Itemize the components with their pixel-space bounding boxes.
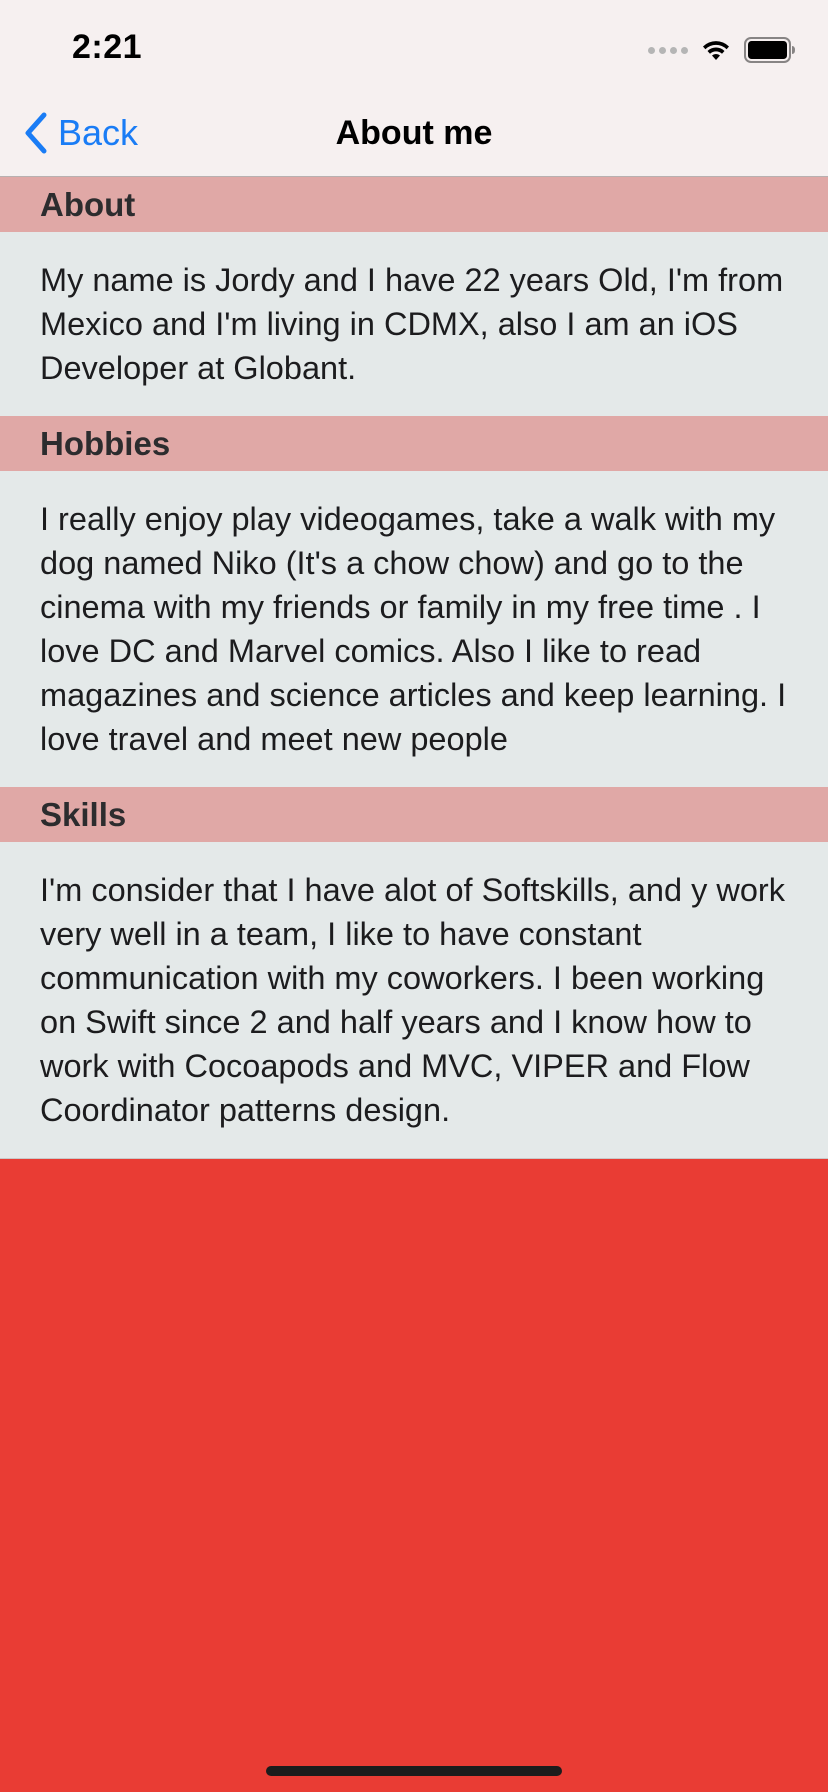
navigation-bar: Back About me <box>0 100 828 177</box>
section-header-about: About <box>0 177 828 232</box>
cellular-signal-icon <box>648 46 688 54</box>
wifi-icon <box>703 41 729 60</box>
battery-icon <box>744 37 795 63</box>
section-header-hobbies: Hobbies <box>0 416 828 471</box>
status-time: 2:21 <box>72 28 143 66</box>
status-bar: 2:21 <box>0 0 828 100</box>
home-indicator[interactable] <box>266 1766 562 1776</box>
section-body-hobbies: I really enjoy play videogames, take a w… <box>0 471 828 787</box>
status-icons <box>648 36 796 64</box>
about-content: About My name is Jordy and I have 22 yea… <box>0 177 828 1159</box>
section-body-about: My name is Jordy and I have 22 years Old… <box>0 232 828 416</box>
page-title: About me <box>335 114 493 152</box>
section-header-skills: Skills <box>0 787 828 842</box>
section-body-skills: I'm consider that I have alot of Softski… <box>0 842 828 1159</box>
